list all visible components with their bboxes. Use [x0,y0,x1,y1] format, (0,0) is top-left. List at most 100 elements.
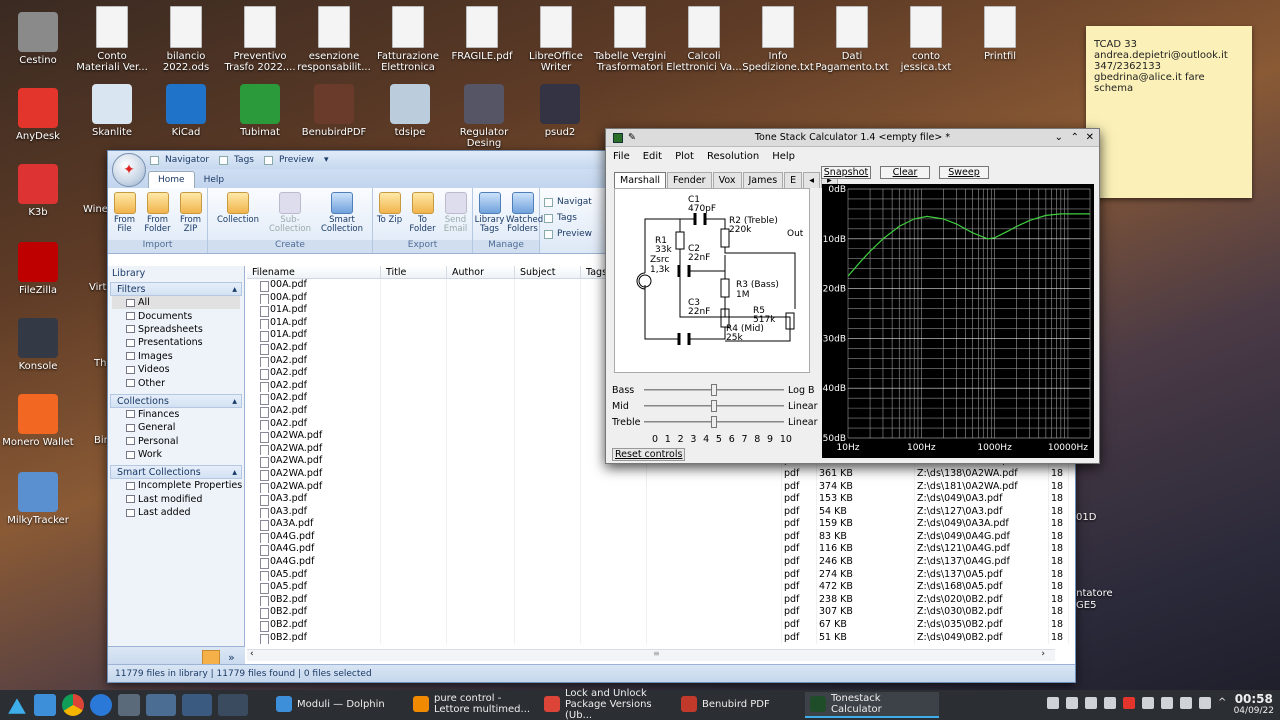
table-row[interactable]: 0A2WA.pdf pdf 374 KB Z:\ds\181\0A2WA.pdf 18 [247,480,1072,494]
desktop-icon-milkytracker[interactable]: MilkyTracker [0,472,76,526]
from-folder-button[interactable]: From Folder [141,192,174,240]
library-tags-button[interactable]: Library Tags [473,192,506,240]
reset-controls-button[interactable]: Reset controls [612,448,686,461]
column-subject[interactable]: Subject [515,266,581,278]
table-row[interactable]: 0B2.pdf pdf 307 KB Z:\ds\030\0B2.pdf 18 [247,606,1072,620]
sidebar-item-spreadsheets[interactable]: Spreadsheets [108,323,244,336]
desktop-icon-scanner[interactable]: Skanlite [74,84,150,138]
sweep-button[interactable]: Sweep [939,166,989,179]
sidebar-item-documents[interactable]: Documents [108,309,244,322]
desktop-file[interactable]: Calcoli Elettronici Va... [666,6,742,73]
table-row[interactable]: 0B2.pdf pdf 67 KB Z:\ds\035\0B2.pdf 18 [247,619,1072,632]
expand-icon[interactable]: » [228,651,235,664]
sidebar-item-incomplete-properties[interactable]: Incomplete Properties [108,479,244,492]
sticky-note[interactable]: TCAD 33 andrea.depietri@outlook.it 347/2… [1086,26,1252,198]
snapshot-button[interactable]: Snapshot [821,166,871,179]
chrome-icon[interactable] [62,694,84,716]
clock[interactable]: 00:58 04/09/22 [1234,693,1274,717]
table-row[interactable]: 0A4G.pdf pdf 83 KB Z:\ds\049\0A4G.pdf 18 [247,530,1072,544]
desktop-icon[interactable] [34,694,56,716]
to-zip-button[interactable]: To Zip [373,192,406,240]
collections-header[interactable]: Collections ▴ [110,393,242,408]
desktop-icon-label[interactable]: 01D [1076,512,1096,523]
sidebar-item-other[interactable]: Other [108,376,244,389]
tab-scroll-left-icon[interactable]: ◂ [803,172,820,188]
slider-handle[interactable] [711,400,717,412]
sidebar-item-all[interactable]: All [112,296,240,310]
clear-button[interactable]: Clear [880,166,930,179]
tags-label[interactable]: Tags [234,155,254,165]
tab-fender[interactable]: Fender [667,172,712,188]
column-title[interactable]: Title [381,266,447,278]
table-row[interactable]: 0A3A.pdf pdf 159 KB Z:\ds\049\0A3A.pdf 18 [247,518,1072,531]
column-author[interactable]: Author [447,266,515,278]
desktop-file[interactable]: Conto Materiali Ver... [74,6,150,73]
desktop-file[interactable]: FRAGILE.pdf [444,6,520,62]
pager-desktop-3[interactable] [218,694,248,716]
view-check-1[interactable]: Tags [544,210,592,226]
table-row[interactable]: 0A4G.pdf pdf 116 KB Z:\ds\121\0A4G.pdf 18 [247,543,1072,557]
pager-desktop-1[interactable] [146,694,176,716]
pager-desktop-2[interactable] [182,694,212,716]
menu-resolution[interactable]: Resolution [707,147,759,167]
desktop-file[interactable]: esenzione responsabilit... [296,6,372,73]
maximize-icon[interactable]: ⌃ [1071,129,1079,147]
menu-plot[interactable]: Plot [675,147,694,167]
preview-label[interactable]: Preview [279,155,314,165]
taskbar-task[interactable]: Lock and Unlock Package Versions (Ub... [539,688,673,720]
sidebar-item-presentations[interactable]: Presentations [108,336,244,349]
table-row[interactable]: 0A3.pdf pdf 54 KB Z:\ds\127\0A3.pdf 18 [247,505,1072,519]
desktop-file[interactable]: Tabelle Vergini Trasformatori [592,6,668,73]
desktop-file[interactable]: bilancio 2022.ods [148,6,224,73]
desktop-icon-trash[interactable]: Cestino [0,12,76,66]
slider-handle[interactable] [711,416,717,428]
menu-edit[interactable]: Edit [643,147,662,167]
sidebar-item-last-modified[interactable]: Last modified [108,493,244,506]
tags-checkbox[interactable] [219,155,229,165]
send-email-button[interactable]: Send Email [439,192,472,240]
app-launcher-icon[interactable] [8,698,26,714]
collection-button[interactable]: Collection [212,192,264,240]
desktop-icon-terminal[interactable]: Konsole [0,318,76,372]
tab-help[interactable]: Help [195,172,234,188]
navigator-label[interactable]: Navigator [165,155,209,165]
quick-access-dropdown-icon[interactable]: ▾ [324,155,329,165]
tab-marshall[interactable]: Marshall [614,172,666,188]
sidebar-item-finances[interactable]: Finances [108,408,244,421]
desktop-icon-calculator[interactable]: psud2 [522,84,598,138]
sidebar-item-last-added[interactable]: Last added [108,506,244,519]
app-orb-button[interactable]: ✦ [112,153,146,187]
desktop-icon-k3b[interactable]: K3b [0,164,76,218]
close-icon[interactable]: ✕ [1086,129,1094,147]
table-row[interactable]: 0A5.pdf pdf 472 KB Z:\ds\168\0A5.pdf 18 [247,581,1072,594]
sidebar-item-work[interactable]: Work [108,448,244,461]
smart-collections-header[interactable]: Smart Collections ▴ [110,465,242,480]
taskbar-task[interactable]: Moduli — Dolphin [271,692,405,718]
desktop-icon-filezilla[interactable]: FileZilla [0,242,76,296]
taskbar-task[interactable]: pure control - Lettore multimed... [408,692,536,718]
minimize-icon[interactable]: ⌄ [1055,129,1063,147]
tab-overflow[interactable]: E s [784,172,803,201]
desktop-icon-regulator[interactable]: Regulator Desing [446,84,522,149]
table-row[interactable]: 0B2.pdf pdf 238 KB Z:\ds\020\0B2.pdf 18 [247,593,1072,607]
preview-checkbox[interactable] [263,155,273,165]
desktop-icon-tube[interactable]: tdsipe [372,84,448,138]
pin-icon[interactable]: ✎ [628,129,636,147]
desktop-file[interactable]: conto jessica.txt [888,6,964,73]
desktop-file[interactable]: LibreOffice Writer [518,6,594,73]
desktop-icon-monero[interactable]: Monero Wallet [0,394,76,448]
from-file-button[interactable]: From File [108,192,141,240]
from-zip-button[interactable]: From ZIP [174,192,207,240]
desktop-file[interactable]: Dati Pagamento.txt [814,6,890,73]
desktop-icon-kicad[interactable]: KiCad [148,84,224,138]
horizontal-scrollbar[interactable]: ‹ ≡ › [247,649,1055,661]
desktop-file[interactable]: Fatturazione Elettronica [370,6,446,73]
desktop-icon-benubird[interactable]: BenubirdPDF [296,84,372,138]
to-folder-button[interactable]: To Folder [406,192,439,240]
sidebar-item-general[interactable]: General [108,421,244,434]
menu-help[interactable]: Help [772,147,795,167]
table-row[interactable]: 0A4G.pdf pdf 246 KB Z:\ds\137\0A4G.pdf 18 [247,556,1072,569]
watched-folders-button[interactable]: Watched Folders [506,192,543,240]
tab-james[interactable]: James [742,172,784,188]
desktop-icon-label[interactable]: GE5 [1076,600,1096,611]
